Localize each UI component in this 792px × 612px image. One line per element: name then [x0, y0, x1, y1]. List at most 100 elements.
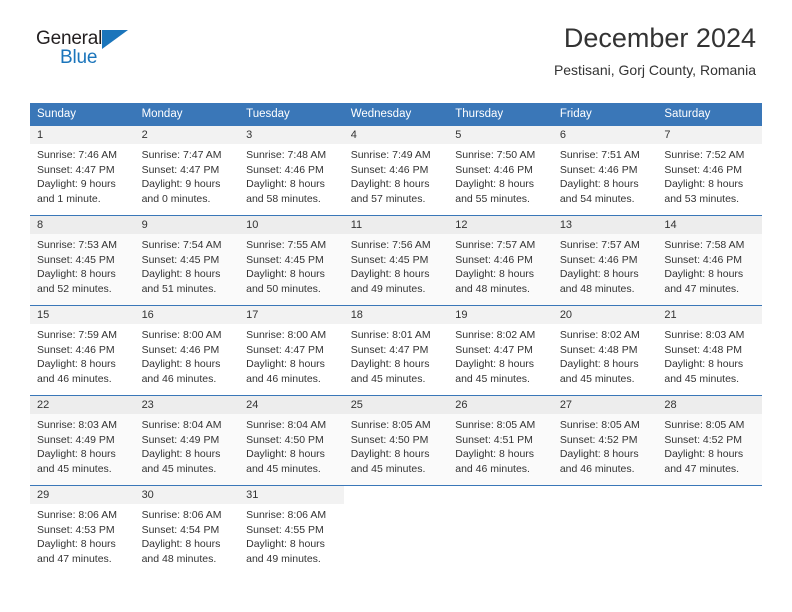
day-sunset-text: Sunset: 4:45 PM	[350, 253, 429, 266]
day-number: 13	[552, 216, 658, 234]
day-sunset-text: Sunset: 4:47 PM	[37, 163, 115, 176]
day-daylight1-text: Daylight: 9 hours	[141, 178, 221, 191]
day-daylight2-text: and 46 minutes.	[141, 372, 217, 385]
day-daylight2-text: and 53 minutes.	[664, 192, 740, 205]
day-daylight1-text: Daylight: 8 hours	[664, 448, 744, 461]
calendar-day-cell[interactable]: 31 Sunrise: 8:06 AM Sunset: 4:55 PM Dayligh…	[239, 485, 344, 576]
day-daylight1-text: Daylight: 8 hours	[350, 448, 430, 461]
calendar-day-cell[interactable]: 26 Sunrise: 8:05 AM Sunset: 4:51 PM Dayligh…	[448, 395, 553, 486]
day-daylight1-text: Daylight: 8 hours	[37, 358, 116, 371]
calendar-day-cell[interactable]: 7 Sunrise: 7:52 AM Sunset: 4:46 PM Daylight…	[657, 125, 762, 216]
calendar-day-cell[interactable]: 16 Sunrise: 8:00 AM Sunset: 4:46 PM Dayligh…	[134, 305, 240, 396]
day-details: Sunrise: 8:00 AM Sunset: 4:46 PM Daylight:…	[135, 324, 240, 386]
day-sunset-text: Sunset: 4:46 PM	[455, 253, 533, 266]
day-sunset-text: Sunset: 4:47 PM	[141, 163, 220, 176]
calendar-week-row: 29 Sunrise: 8:06 AM Sunset: 4:53 PM Dayligh…	[30, 485, 762, 576]
calendar-day-cell[interactable]: 25 Sunrise: 8:05 AM Sunset: 4:50 PM Dayligh…	[343, 395, 449, 486]
day-sunrise-text: Sunrise: 8:00 AM	[246, 329, 327, 341]
day-sunrise-text: Sunrise: 8:04 AM	[246, 419, 327, 431]
logo-triangle-icon	[102, 30, 128, 49]
day-number: 7	[657, 126, 762, 144]
calendar-day-cell[interactable]: 2 Sunrise: 7:47 AM Sunset: 4:47 PM Daylight…	[134, 125, 240, 216]
day-sunset-text: Sunset: 4:45 PM	[141, 253, 220, 266]
calendar-day-cell[interactable]: 9 Sunrise: 7:54 AM Sunset: 4:45 PM Daylight…	[134, 215, 240, 306]
calendar-day-cell[interactable]: 17 Sunrise: 8:00 AM Sunset: 4:47 PM Dayligh…	[239, 305, 344, 396]
day-sunrise-text: Sunrise: 8:00 AM	[141, 329, 222, 341]
day-number: 18	[343, 306, 449, 324]
calendar-day-cell[interactable]: 3 Sunrise: 7:48 AM Sunset: 4:46 PM Daylight…	[239, 125, 344, 216]
day-daylight2-text: and 45 minutes.	[559, 372, 635, 385]
calendar-day-cell[interactable]: 21 Sunrise: 8:03 AM Sunset: 4:48 PM Dayligh…	[657, 305, 762, 396]
day-daylight2-text: and 48 minutes.	[455, 282, 530, 295]
day-sunset-text: Sunset: 4:53 PM	[37, 523, 115, 536]
calendar-day-cell[interactable]: 6 Sunrise: 7:51 AM Sunset: 4:46 PM Daylight…	[552, 125, 658, 216]
day-details: Sunrise: 7:58 AM Sunset: 4:46 PM Daylight:…	[657, 234, 762, 296]
calendar-day-cell[interactable]: 30 Sunrise: 8:06 AM Sunset: 4:54 PM Dayligh…	[134, 485, 240, 576]
day-number: 19	[448, 306, 553, 324]
calendar-day-cell[interactable]: 20 Sunrise: 8:02 AM Sunset: 4:48 PM Dayligh…	[552, 305, 658, 396]
day-sunset-text: Sunset: 4:47 PM	[455, 343, 533, 356]
calendar-day-cell[interactable]: 8 Sunrise: 7:53 AM Sunset: 4:45 PM Daylight…	[30, 215, 135, 306]
day-daylight1-text: Daylight: 8 hours	[246, 538, 325, 551]
calendar-cell-empty	[343, 485, 449, 576]
day-sunset-text: Sunset: 4:46 PM	[559, 163, 638, 176]
day-daylight2-text: and 46 minutes.	[246, 372, 321, 385]
day-daylight2-text: and 49 minutes.	[246, 552, 321, 565]
day-number: 24	[239, 396, 344, 414]
day-daylight1-text: Daylight: 8 hours	[246, 358, 325, 371]
generalblue-logo[interactable]: General Blue	[36, 28, 156, 74]
day-number	[344, 486, 449, 504]
weekday-header-saturday: Saturday	[657, 103, 762, 126]
day-sunrise-text: Sunrise: 7:56 AM	[350, 239, 431, 251]
day-daylight2-text: and 50 minutes.	[246, 282, 321, 295]
calendar-day-cell[interactable]: 23 Sunrise: 8:04 AM Sunset: 4:49 PM Dayligh…	[134, 395, 240, 486]
day-number: 5	[448, 126, 553, 144]
day-details: Sunrise: 7:49 AM Sunset: 4:46 PM Daylight:…	[344, 144, 449, 206]
day-number: 25	[343, 396, 449, 414]
day-sunset-text: Sunset: 4:46 PM	[141, 343, 220, 356]
calendar-week-row: 22 Sunrise: 8:03 AM Sunset: 4:49 PM Dayligh…	[30, 395, 762, 486]
day-daylight2-text: and 58 minutes.	[246, 192, 321, 205]
calendar-day-cell[interactable]: 18 Sunrise: 8:01 AM Sunset: 4:47 PM Dayligh…	[343, 305, 449, 396]
calendar-day-cell[interactable]: 10 Sunrise: 7:55 AM Sunset: 4:45 PM Dayligh…	[239, 215, 344, 306]
day-details: Sunrise: 8:05 AM Sunset: 4:51 PM Daylight:…	[448, 414, 553, 476]
day-sunset-text: Sunset: 4:46 PM	[664, 253, 743, 266]
day-sunset-text: Sunset: 4:51 PM	[455, 433, 533, 446]
calendar-body: 1 Sunrise: 7:46 AM Sunset: 4:47 PM Daylight…	[30, 125, 762, 576]
day-sunset-text: Sunset: 4:48 PM	[664, 343, 743, 356]
logo-text-general: General	[36, 28, 103, 49]
calendar-day-cell[interactable]: 4 Sunrise: 7:49 AM Sunset: 4:46 PM Daylight…	[343, 125, 449, 216]
calendar-day-cell[interactable]: 28 Sunrise: 8:05 AM Sunset: 4:52 PM Dayligh…	[657, 395, 762, 486]
day-number: 30	[134, 486, 240, 504]
calendar-day-cell[interactable]: 27 Sunrise: 8:05 AM Sunset: 4:52 PM Dayligh…	[552, 395, 658, 486]
calendar-day-cell[interactable]: 29 Sunrise: 8:06 AM Sunset: 4:53 PM Dayligh…	[30, 485, 135, 576]
calendar-day-cell[interactable]: 1 Sunrise: 7:46 AM Sunset: 4:47 PM Daylight…	[30, 125, 135, 216]
day-details: Sunrise: 8:06 AM Sunset: 4:53 PM Daylight:…	[30, 504, 135, 566]
day-daylight2-text: and 52 minutes.	[37, 282, 112, 295]
calendar-day-cell[interactable]: 5 Sunrise: 7:50 AM Sunset: 4:46 PM Daylight…	[448, 125, 553, 216]
day-sunrise-text: Sunrise: 8:03 AM	[37, 419, 117, 431]
calendar-head: Sunday Monday Tuesday Wednesday Thursday…	[30, 103, 762, 126]
day-sunrise-text: Sunrise: 8:06 AM	[37, 509, 117, 521]
day-sunrise-text: Sunrise: 7:46 AM	[37, 149, 117, 161]
calendar-day-cell[interactable]: 24 Sunrise: 8:04 AM Sunset: 4:50 PM Dayligh…	[239, 395, 344, 486]
calendar-day-cell[interactable]: 15 Sunrise: 7:59 AM Sunset: 4:46 PM Dayligh…	[30, 305, 135, 396]
day-daylight1-text: Daylight: 8 hours	[141, 538, 221, 551]
day-daylight1-text: Daylight: 8 hours	[246, 268, 325, 281]
day-daylight1-text: Daylight: 8 hours	[664, 358, 744, 371]
calendar-cell-empty	[657, 485, 762, 576]
day-sunrise-text: Sunrise: 8:02 AM	[559, 329, 640, 341]
calendar-day-cell[interactable]: 14 Sunrise: 7:58 AM Sunset: 4:46 PM Dayligh…	[657, 215, 762, 306]
calendar-day-cell[interactable]: 13 Sunrise: 7:57 AM Sunset: 4:46 PM Dayligh…	[552, 215, 658, 306]
weekday-header-monday: Monday	[134, 103, 240, 126]
calendar-day-cell[interactable]: 19 Sunrise: 8:02 AM Sunset: 4:47 PM Dayligh…	[448, 305, 553, 396]
day-sunset-text: Sunset: 4:46 PM	[37, 343, 115, 356]
day-details: Sunrise: 8:04 AM Sunset: 4:50 PM Daylight:…	[239, 414, 344, 476]
day-daylight1-text: Daylight: 8 hours	[246, 448, 325, 461]
calendar-day-cell[interactable]: 11 Sunrise: 7:56 AM Sunset: 4:45 PM Dayligh…	[343, 215, 449, 306]
calendar-day-cell[interactable]: 22 Sunrise: 8:03 AM Sunset: 4:49 PM Dayligh…	[30, 395, 135, 486]
day-details: Sunrise: 8:03 AM Sunset: 4:49 PM Daylight:…	[30, 414, 135, 476]
calendar-day-cell[interactable]: 12 Sunrise: 7:57 AM Sunset: 4:46 PM Dayligh…	[448, 215, 553, 306]
day-daylight2-text: and 47 minutes.	[664, 282, 740, 295]
day-sunset-text: Sunset: 4:46 PM	[559, 253, 638, 266]
